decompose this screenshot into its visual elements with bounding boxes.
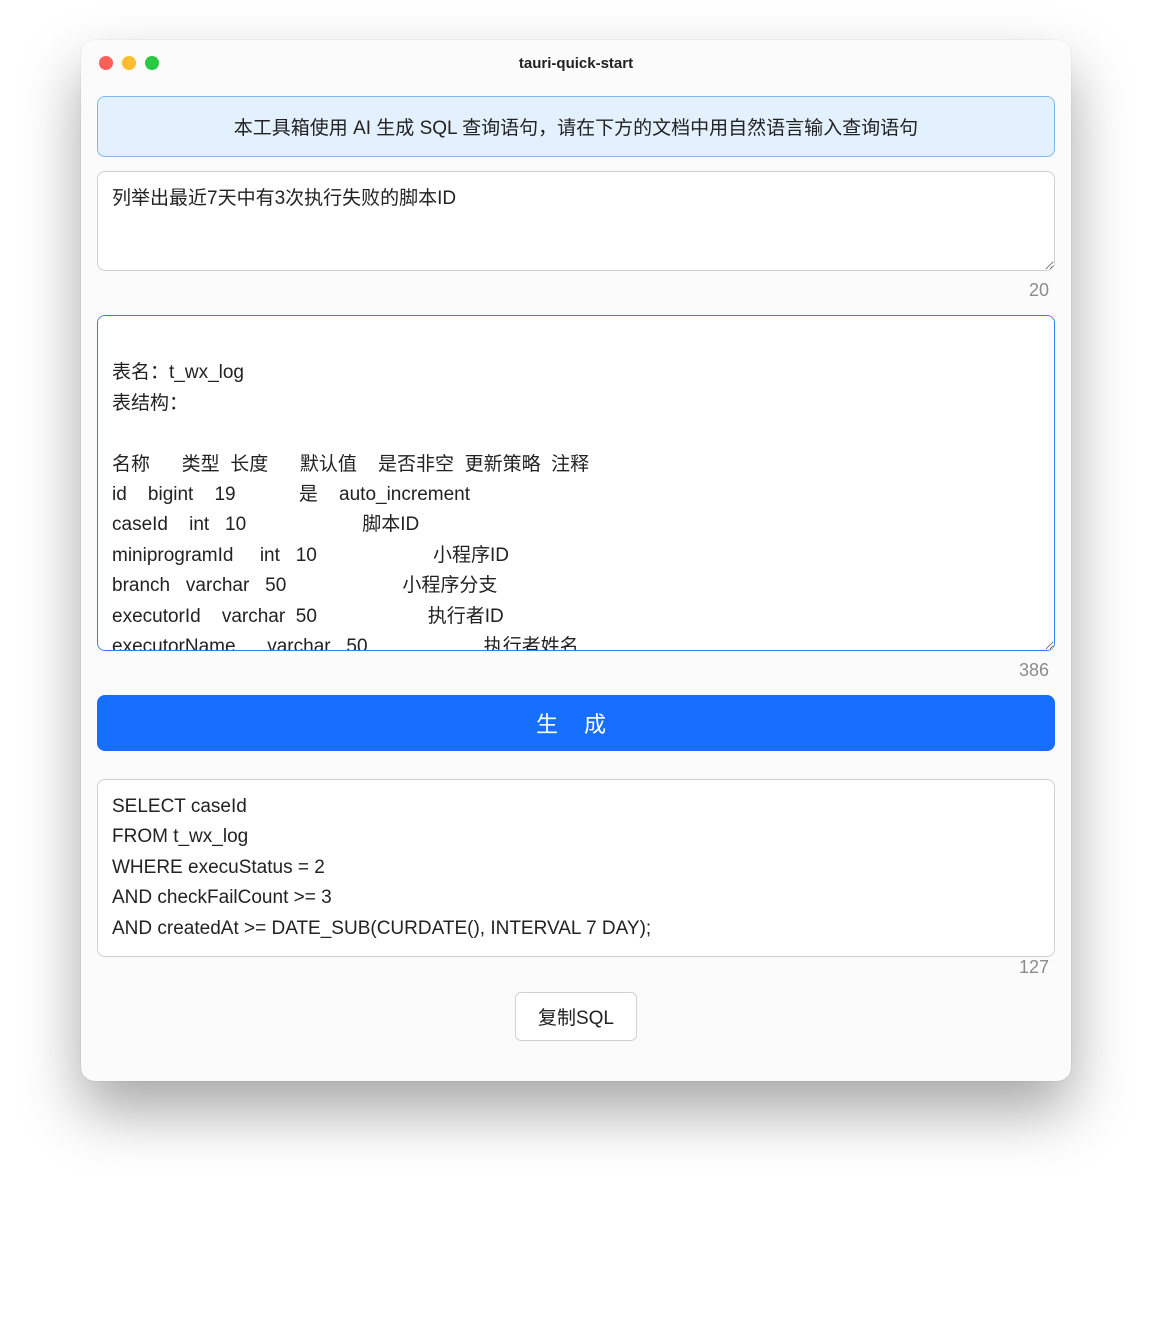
minimize-icon[interactable] [122, 56, 136, 70]
titlebar: tauri-quick-start [81, 40, 1071, 86]
app-window: tauri-quick-start 本工具箱使用 AI 生成 SQL 查询语句，… [81, 40, 1071, 1081]
schema-input-wrap [97, 315, 1055, 656]
traffic-lights [81, 56, 159, 70]
content-area: 本工具箱使用 AI 生成 SQL 查询语句，请在下方的文档中用自然语言输入查询语… [81, 86, 1071, 1081]
copy-sql-button[interactable]: 复制SQL [515, 992, 637, 1041]
close-icon[interactable] [99, 56, 113, 70]
maximize-icon[interactable] [145, 56, 159, 70]
output-char-count: 127 [97, 957, 1055, 978]
query-input-wrap [97, 171, 1055, 276]
info-banner-text: 本工具箱使用 AI 生成 SQL 查询语句，请在下方的文档中用自然语言输入查询语… [234, 118, 918, 139]
window-title: tauri-quick-start [81, 55, 1071, 72]
schema-char-count: 386 [97, 660, 1055, 681]
copy-row: 复制SQL [97, 992, 1055, 1041]
sql-output: SELECT caseId FROM t_wx_log WHERE execuS… [97, 779, 1055, 957]
info-banner: 本工具箱使用 AI 生成 SQL 查询语句，请在下方的文档中用自然语言输入查询语… [97, 96, 1055, 157]
query-char-count: 20 [97, 280, 1055, 301]
generate-button[interactable]: 生 成 [97, 695, 1055, 751]
query-input[interactable] [97, 171, 1055, 271]
schema-input[interactable] [97, 315, 1055, 651]
